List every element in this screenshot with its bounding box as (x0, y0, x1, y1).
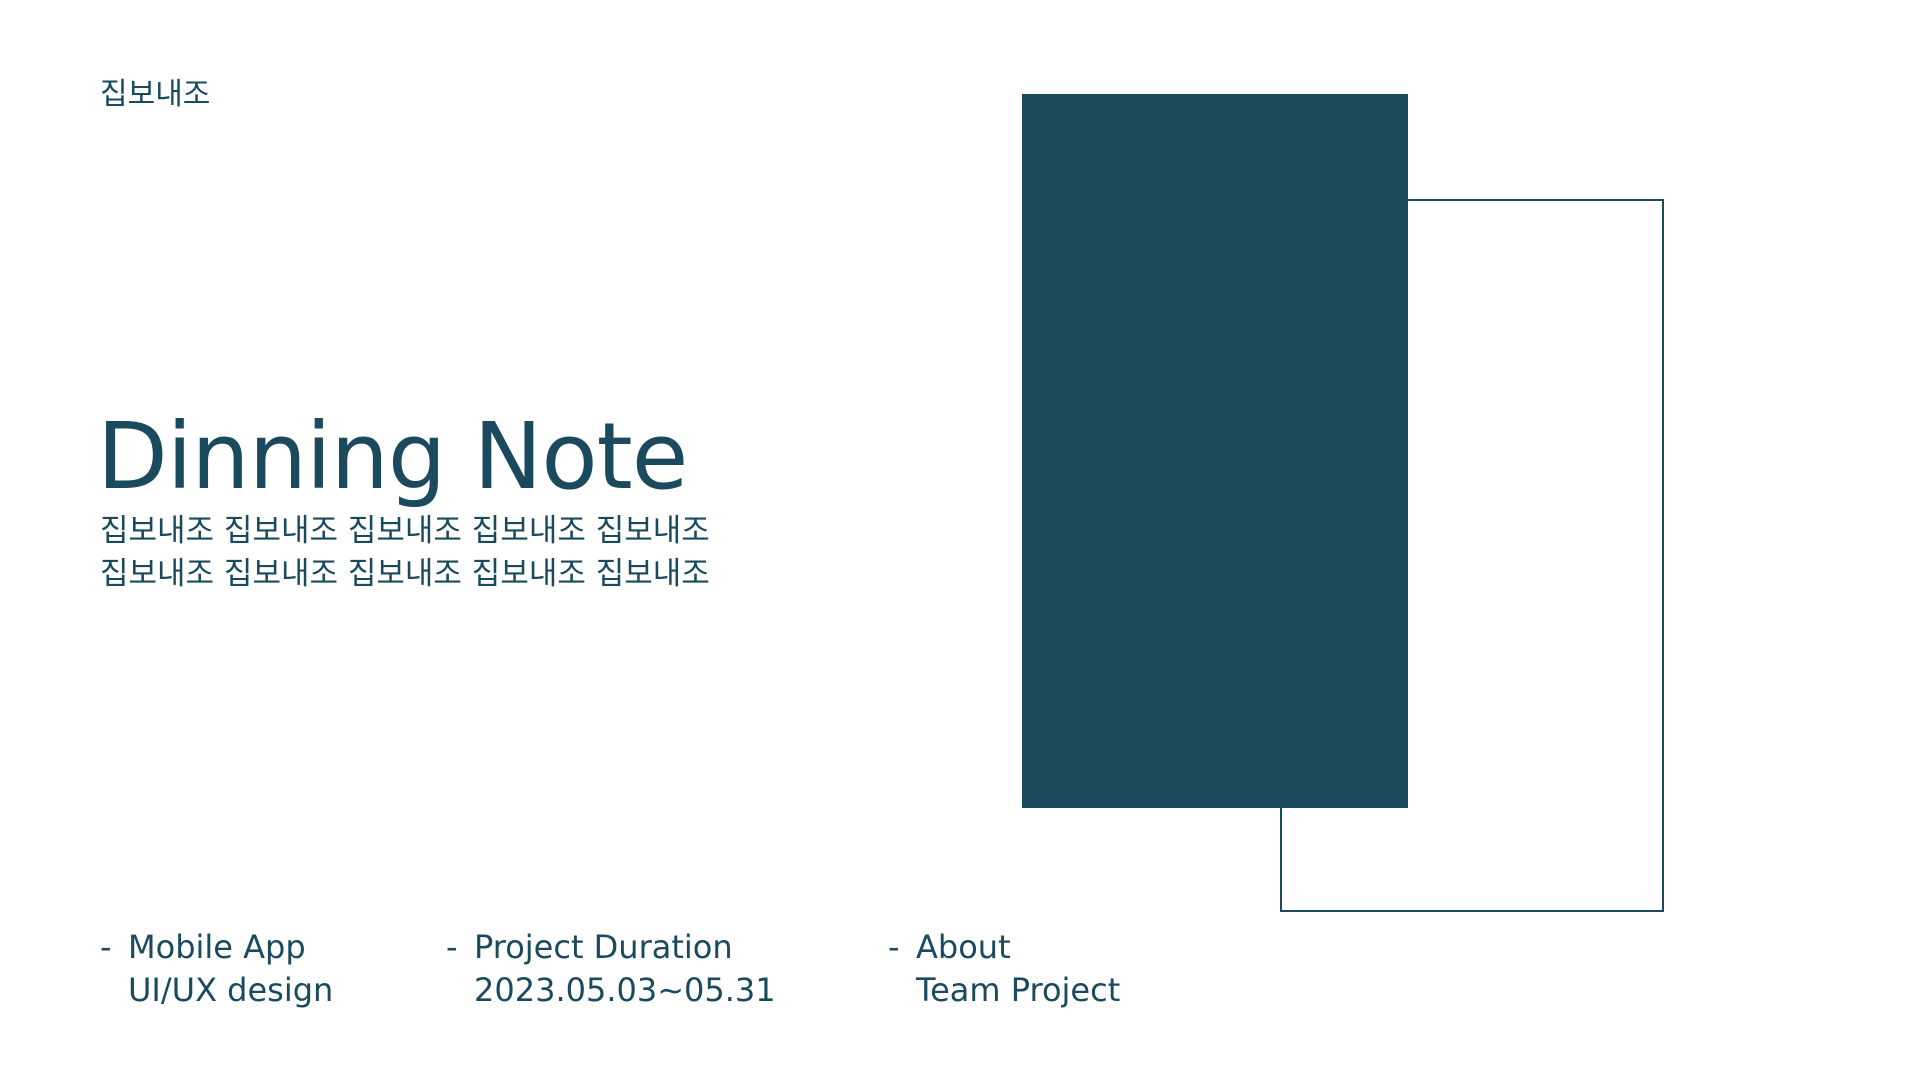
dash-icon: - (446, 928, 458, 966)
decorative-outline-rectangle (1280, 199, 1664, 912)
subtitle-line-1: 집보내조 집보내조 집보내조 집보내조 집보내조 (100, 513, 710, 549)
subtitle-block: 집보내조 집보내조 집보내조 집보내조 집보내조 집보내조 집보내조 집보내조 … (100, 510, 710, 596)
info-value: Team Project (916, 971, 1121, 1009)
info-label: About (916, 928, 1011, 966)
brand-name: 집보내조 (100, 77, 211, 112)
subtitle-line-2: 집보내조 집보내조 집보내조 집보내조 집보내조 (100, 556, 710, 592)
dash-icon: - (888, 928, 900, 966)
project-title: Dinning Note (97, 403, 688, 510)
info-value: UI/UX design (128, 971, 334, 1009)
info-line-1: - Project Duration (446, 926, 776, 969)
dash-icon: - (100, 928, 112, 966)
info-label: Mobile App (128, 928, 306, 966)
info-line-1: - Mobile App (100, 926, 333, 969)
info-line-1: - About (888, 926, 1120, 969)
info-value: 2023.05.03~05.31 (474, 971, 776, 1009)
info-project-duration: - Project Duration 2023.05.03~05.31 (446, 926, 776, 1012)
info-about: - About Team Project (888, 926, 1120, 1012)
info-label: Project Duration (474, 928, 733, 966)
info-mobile-app: - Mobile App UI/UX design (100, 926, 333, 1012)
